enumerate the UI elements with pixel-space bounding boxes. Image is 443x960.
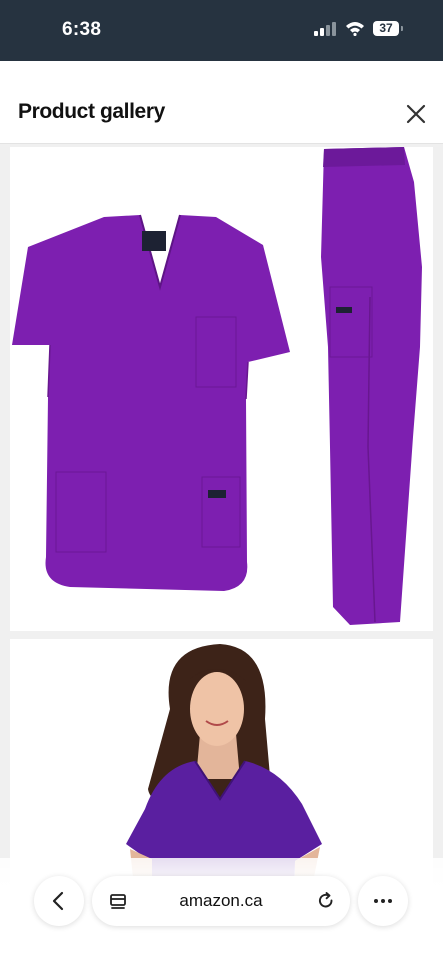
product-gallery-sheet: Product gallery: [0, 61, 443, 960]
more-icon: [374, 899, 392, 903]
battery-tip: [401, 26, 403, 31]
back-arrow-icon: [52, 891, 64, 911]
browser-toolbar: amazon.ca: [0, 858, 443, 960]
status-bar: 6:38 37: [0, 0, 443, 61]
more-button[interactable]: [358, 876, 408, 926]
signal-icon: [314, 22, 336, 36]
image-gallery[interactable]: [0, 144, 443, 960]
status-time: 6:38: [62, 19, 102, 40]
address-bar[interactable]: amazon.ca: [92, 876, 350, 926]
battery-icon: 37: [373, 21, 399, 36]
reload-icon[interactable]: [316, 891, 336, 911]
wifi-icon: [346, 22, 364, 36]
back-button[interactable]: [34, 876, 84, 926]
url-text: amazon.ca: [179, 891, 263, 910]
scrubs-set-image: [12, 147, 422, 625]
sheet-header: Product gallery: [0, 61, 443, 144]
page-title: Product gallery: [18, 100, 165, 123]
gallery-image-scrubs-set[interactable]: [10, 147, 433, 631]
close-icon[interactable]: [404, 102, 428, 126]
